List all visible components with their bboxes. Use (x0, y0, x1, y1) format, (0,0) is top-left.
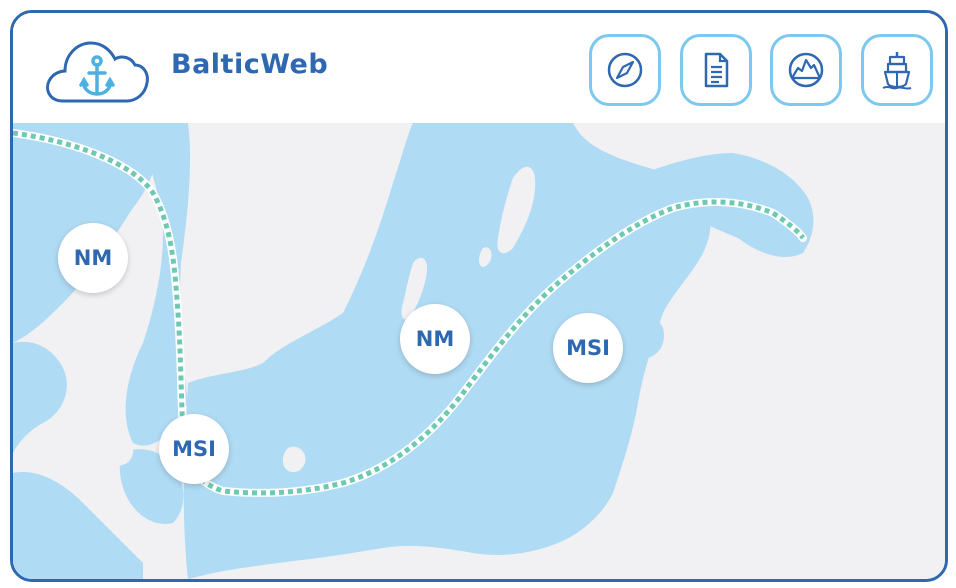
cloud-anchor-logo (46, 41, 149, 103)
compass-icon (607, 52, 643, 88)
compass-button[interactable] (589, 34, 661, 106)
document-button[interactable] (680, 34, 752, 106)
ship-icon (882, 52, 912, 90)
app-title: BalticWeb (171, 49, 329, 80)
msi-marker[interactable]: MSI (553, 313, 623, 383)
document-icon (704, 52, 729, 88)
header: BalticWeb (13, 13, 945, 123)
msi-marker[interactable]: MSI (159, 414, 229, 484)
nm-marker[interactable]: NM (400, 304, 470, 374)
anchor-icon (79, 55, 115, 96)
nm-marker[interactable]: NM (58, 223, 128, 293)
iceberg-icon (788, 52, 824, 88)
ship-button[interactable] (861, 34, 933, 106)
app-frame: BalticWeb NM MSI NM MSI (10, 10, 948, 582)
iceberg-button[interactable] (770, 34, 842, 106)
